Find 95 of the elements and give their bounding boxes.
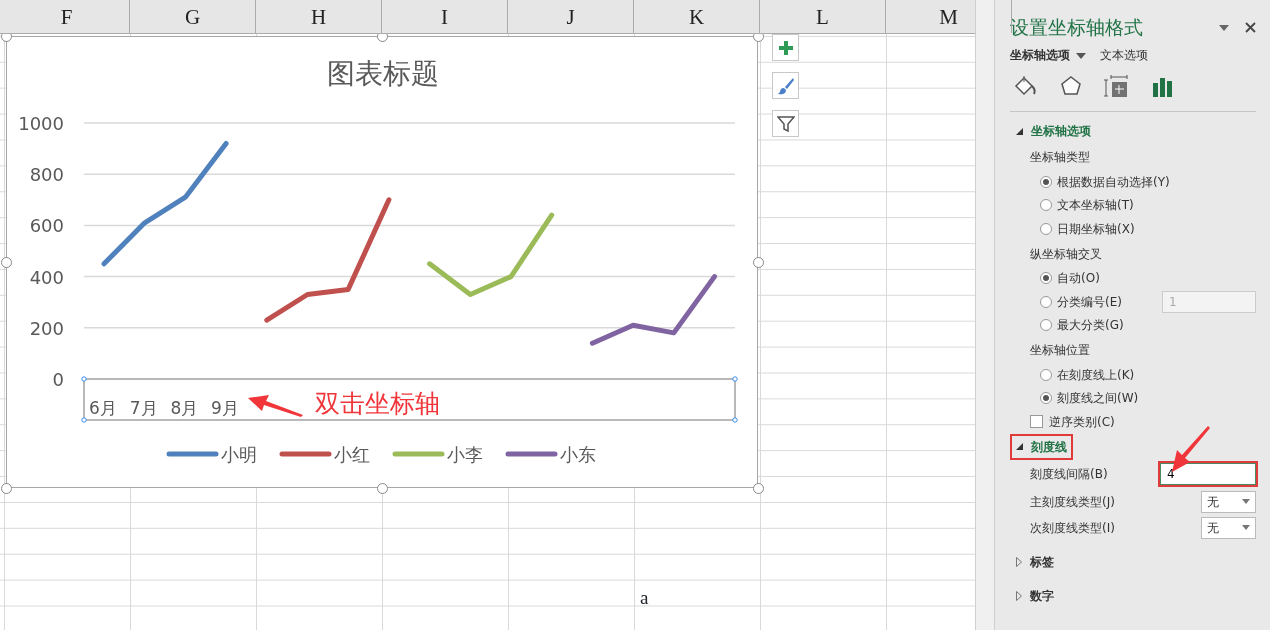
axis-selection-frame[interactable]: [83, 378, 736, 421]
annotation-arrow: [248, 395, 303, 417]
legend-swatch: [166, 451, 219, 457]
axis-label: 9月: [211, 398, 239, 418]
filter-icon: [776, 114, 795, 133]
field-label: 次刻度线类型(I): [1030, 519, 1115, 537]
plus-icon: [777, 39, 794, 56]
column-header[interactable]: G: [130, 0, 256, 33]
axis-label: 7月: [129, 398, 158, 418]
column-header[interactable]: F: [4, 0, 130, 33]
caret-icon: [1242, 525, 1250, 530]
dropdown[interactable]: 无: [1201, 490, 1256, 513]
selection-handle[interactable]: [732, 417, 738, 423]
dropdown[interactable]: 无: [1201, 516, 1256, 539]
expand-triangle-icon: [1016, 556, 1022, 567]
group-heading: 坐标轴类型: [1030, 149, 1090, 166]
legend-label: 小明: [221, 444, 257, 465]
group-heading: 纵坐标轴交叉: [1030, 245, 1102, 263]
axis-tick-label: 200: [29, 317, 64, 339]
legend-swatch: [505, 451, 558, 457]
column-header[interactable]: L: [760, 0, 886, 33]
expand-triangle-icon: [1016, 590, 1022, 601]
radio-option[interactable]: 最大分类(G): [1040, 316, 1124, 335]
section-header[interactable]: 坐标轴选项: [1010, 118, 1097, 144]
column-header[interactable]: H: [256, 0, 382, 33]
close-icon: [1245, 22, 1256, 33]
resize-handle[interactable]: [753, 257, 764, 268]
radio-option[interactable]: 在刻度线上(K): [1040, 365, 1135, 384]
collapse-triangle-icon: [1016, 443, 1023, 450]
section-header[interactable]: 刻度线: [1010, 433, 1073, 460]
section-title: 刻度线: [1031, 438, 1067, 456]
radio-circle[interactable]: [1040, 368, 1052, 381]
resize-handle[interactable]: [1, 483, 12, 494]
legend-label: 小红: [334, 444, 370, 465]
radio-option[interactable]: 自动(O): [1040, 269, 1100, 288]
section-title: 坐标轴选项: [1031, 123, 1091, 140]
radio-circle[interactable]: [1040, 272, 1052, 285]
legend-swatch: [392, 451, 445, 457]
pane-tab[interactable]: 坐标轴选项: [1010, 46, 1092, 64]
section-header[interactable]: 数字: [1010, 582, 1060, 609]
checkbox[interactable]: [1030, 415, 1043, 429]
column-header[interactable]: J: [508, 0, 634, 33]
radio-option[interactable]: 根据数据自动选择(Y): [1040, 172, 1170, 191]
axis-label: 6月: [89, 398, 117, 418]
field-label: 刻度线间隔(B): [1030, 466, 1108, 483]
size-layout-icon: [1104, 74, 1130, 100]
caret-icon: [1242, 499, 1250, 504]
legend-label: 小李: [447, 444, 483, 465]
cell-text: a: [640, 586, 649, 610]
resize-handle[interactable]: [753, 483, 764, 494]
group-heading: 坐标轴位置: [1030, 342, 1090, 359]
radio-option[interactable]: 文本坐标轴(T): [1040, 196, 1134, 215]
bar-chart-icon: [1151, 75, 1175, 99]
radio-option[interactable]: 日期坐标轴(X): [1040, 219, 1135, 238]
radio-circle[interactable]: [1040, 199, 1052, 212]
plus-button[interactable]: [772, 34, 799, 61]
chart-title[interactable]: 图表标题: [327, 57, 439, 90]
column-header[interactable]: K: [634, 0, 760, 33]
axis-tick-label: 600: [29, 215, 64, 237]
radio-circle[interactable]: [1040, 319, 1052, 332]
axis-tick-label: 0: [52, 369, 64, 390]
axis-tick-label: 400: [29, 266, 64, 288]
pane-tab[interactable]: 文本选项: [1100, 46, 1154, 64]
radio-circle[interactable]: [1040, 175, 1052, 188]
selection-handle[interactable]: [732, 376, 738, 382]
pane-title: 设置坐标轴格式: [1010, 15, 1144, 40]
brush-icon: [776, 76, 795, 95]
brush-button[interactable]: [772, 72, 799, 99]
caret-icon: [1219, 24, 1229, 31]
column-header[interactable]: I: [382, 0, 508, 33]
resize-handle[interactable]: [1, 257, 12, 268]
radio-circle[interactable]: [1040, 222, 1052, 235]
selection-handle[interactable]: [81, 376, 87, 382]
input-field[interactable]: 4: [1160, 463, 1256, 485]
checkbox-option[interactable]: 逆序类别(C): [1030, 412, 1115, 431]
filter-button[interactable]: [772, 110, 799, 137]
field-label: 主刻度线类型(J): [1030, 493, 1115, 511]
section-title: 标签: [1030, 553, 1054, 571]
axis-tick-label: 1000: [18, 113, 64, 134]
section-header[interactable]: 标签: [1010, 548, 1060, 575]
axis-tick-label: 800: [29, 164, 64, 186]
radio-circle[interactable]: [1040, 392, 1052, 405]
annotation-text: 双击坐标轴: [315, 389, 440, 418]
collapse-triangle-icon: [1016, 127, 1023, 135]
resize-handle[interactable]: [377, 31, 388, 42]
chart-area[interactable]: 图表标题 0 200 400 600 800 1000 6月 7月 8月 9月 小明 小红 小李 小东 双击坐标轴: [6, 36, 758, 488]
legend-label: 小东: [560, 444, 596, 465]
section-title: 数字: [1030, 587, 1054, 605]
legend-swatch: [279, 451, 332, 457]
selection-handle[interactable]: [81, 417, 87, 423]
axis-label: 8月: [170, 398, 199, 418]
resize-handle[interactable]: [753, 31, 764, 42]
radio-option[interactable]: 刻度线之间(W): [1040, 389, 1139, 408]
resize-handle[interactable]: [1, 31, 12, 42]
resize-handle[interactable]: [377, 483, 388, 494]
